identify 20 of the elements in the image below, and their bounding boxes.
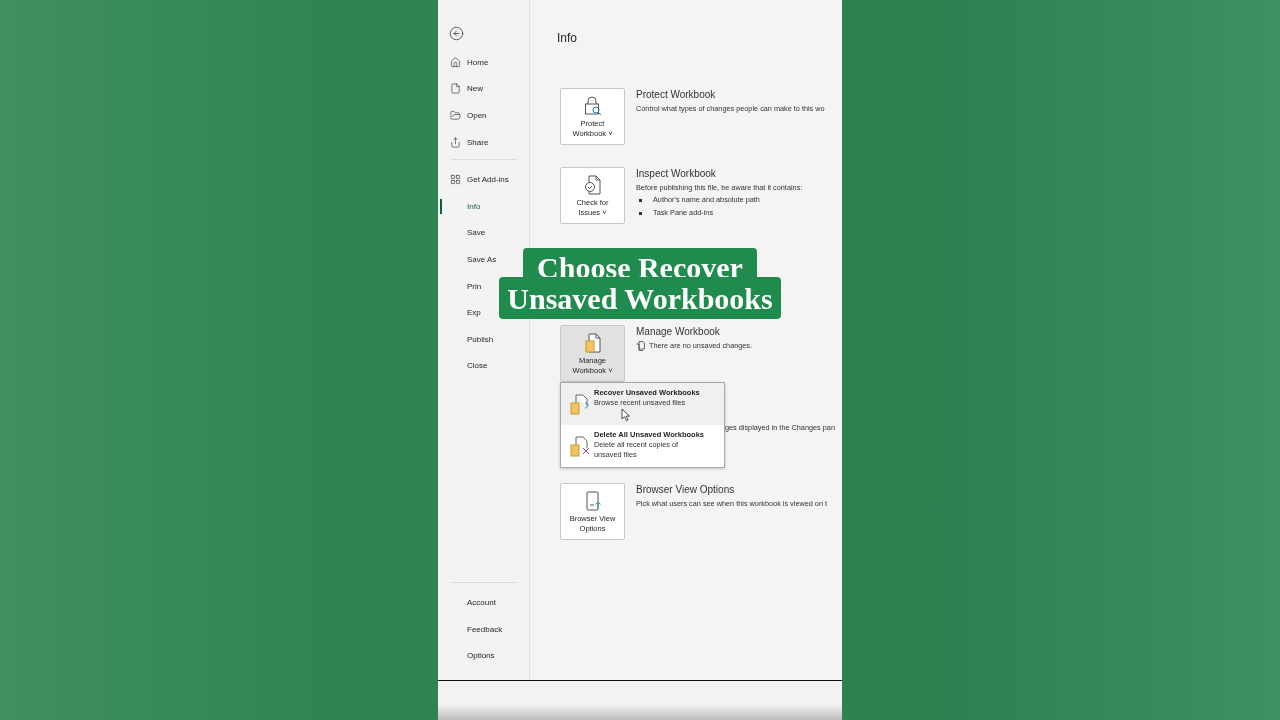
sidebar-item[interactable]: New xyxy=(438,75,483,103)
section-title: Protect Workbook xyxy=(636,89,717,101)
sidebar-item[interactable]: Get Add-ins xyxy=(438,166,509,193)
sidebar-item[interactable]: Exp xyxy=(438,299,481,326)
section-title: Manage Workbook xyxy=(636,326,721,338)
sidebar-item[interactable]: Close xyxy=(438,352,488,380)
page-title: Info xyxy=(557,31,578,45)
sidebar-item[interactable]: Options xyxy=(438,642,495,669)
section-title: Inspect Workbook xyxy=(636,168,717,180)
sidebar-item[interactable]: Info xyxy=(438,192,481,220)
sidebar-item[interactable]: Save As xyxy=(438,246,497,273)
sidebar-item[interactable]: Save xyxy=(438,219,486,247)
sidebar-item[interactable]: Share xyxy=(438,128,489,156)
sidebar-item[interactable]: Prin xyxy=(438,272,482,300)
sidebar-item[interactable]: Account xyxy=(438,589,496,616)
sidebar-item[interactable]: Open xyxy=(438,102,487,129)
sidebar-item[interactable]: Home xyxy=(438,49,489,76)
section-title: Browser View Options xyxy=(636,484,736,496)
sidebar-item[interactable]: Feedback xyxy=(438,615,503,643)
sidebar-item[interactable]: Publish xyxy=(438,325,494,353)
